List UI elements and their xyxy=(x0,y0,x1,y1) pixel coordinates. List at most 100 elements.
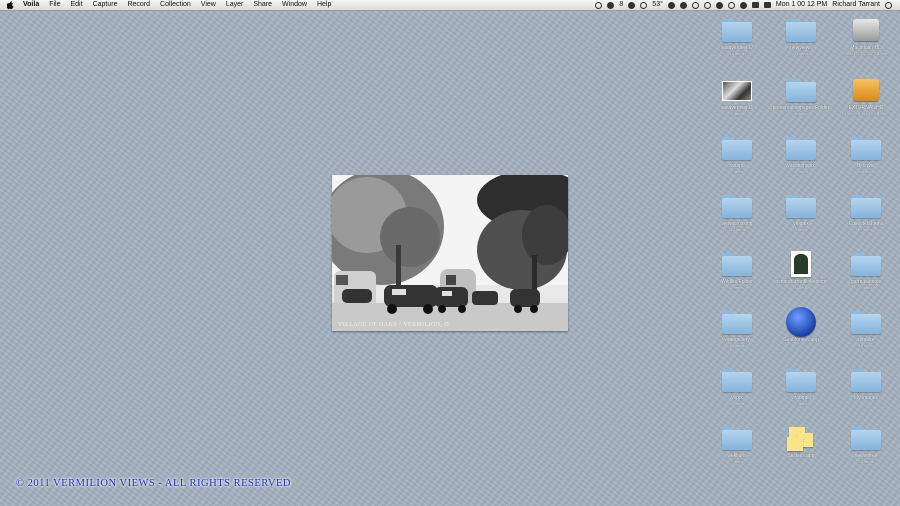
desktop-icon-info: 40 items xyxy=(729,343,745,348)
desktop-icon-info: 445 KB xyxy=(794,285,808,290)
seamonkey-app-icon xyxy=(785,307,817,337)
folder-icon xyxy=(721,135,753,161)
clipboard-status-icon[interactable] xyxy=(628,1,636,9)
desktop-icon-viewscrossing[interactable]: viewscrossing 274 items xyxy=(705,193,769,232)
time-machine-icon[interactable] xyxy=(691,1,699,9)
desktop-icon-vaaspix[interactable]: vaaspix 7 items xyxy=(705,135,769,174)
desktop-icon-wekljons[interactable]: wekljons 7 items xyxy=(705,425,769,464)
folder-icon xyxy=(850,193,882,219)
menu-help[interactable]: Help xyxy=(317,0,331,10)
gear-status-icon[interactable] xyxy=(595,1,603,9)
desktop-icon-newstoreit[interactable]: newstoreit 52 items xyxy=(834,425,898,464)
desktop-icon-stickies-app[interactable]: Stickies.app xyxy=(769,425,833,459)
desktop-icon-seamonkey-app[interactable]: SeaMonkey.app xyxy=(769,307,833,343)
image-thumbnail-icon xyxy=(721,77,753,103)
menu-bar: Voila File Edit Capture Record Collectio… xyxy=(0,0,900,11)
desktop-icon-vaadvertiser16[interactable]: vaadvertiser16 2 items xyxy=(705,77,769,116)
menu-share[interactable]: Share xyxy=(253,0,272,10)
dropbox-status-icon[interactable] xyxy=(679,1,687,9)
folder-icon xyxy=(850,309,882,335)
menu-layer[interactable]: Layer xyxy=(226,0,244,10)
desktop-icon-info: 7 items xyxy=(730,285,744,290)
desktop-icon-info: 8 items xyxy=(794,227,808,232)
desktop-icon-vaadvertiser17[interactable]: vaadvertiser17 14 items xyxy=(705,17,769,56)
document-icon xyxy=(785,251,817,277)
desktop-icon-info: 18 items xyxy=(858,343,874,348)
sync-status-icon[interactable] xyxy=(640,1,648,9)
menu-file[interactable]: File xyxy=(49,0,60,10)
desktop-icon-info: 3 items xyxy=(859,285,873,290)
folder-icon xyxy=(850,251,882,277)
folder-icon xyxy=(785,17,817,43)
desktop-icon-label: SeaMonkey.app xyxy=(783,337,819,343)
folder-icon xyxy=(785,367,817,393)
desktop-icon-bitcover[interactable]: Bitcover 105 items xyxy=(834,135,898,174)
external-drive-icon xyxy=(850,77,882,103)
desktop-icon-info: 2 items xyxy=(730,111,744,116)
menu-app-voila[interactable]: Voila xyxy=(23,0,39,10)
folder-icon xyxy=(721,251,753,277)
apple-menu-icon[interactable] xyxy=(7,1,15,9)
copyright-watermark: © 2011 VERMILION VIEWS - ALL RIGHTS RESE… xyxy=(16,478,292,489)
menu-capture[interactable]: Capture xyxy=(93,0,118,10)
menu-view[interactable]: View xyxy=(201,0,216,10)
desktop-icon-info: 7 items xyxy=(730,169,744,174)
desktop-icon-wildlife-folder[interactable]: Wildlife Folder 7 items xyxy=(705,251,769,290)
skype-status-icon[interactable] xyxy=(703,1,711,9)
photo-caption: VILLAGE OF OAKS • VERMILION, O xyxy=(338,322,449,328)
desktop-icon-preservationpages-folder[interactable]: preservationpages Folder 6 items xyxy=(769,77,833,116)
desktop-icon-label: Stickies.app xyxy=(787,453,815,459)
folder-icon xyxy=(785,77,817,103)
gmail-status-icon[interactable] xyxy=(607,1,615,9)
spotlight-search-icon[interactable] xyxy=(885,1,892,9)
vintage-street-photo xyxy=(332,175,568,331)
menu-edit[interactable]: Edit xyxy=(71,0,83,10)
desktop-icon-vacationspix[interactable]: vacationspix 32 items xyxy=(769,135,833,174)
folder-icon xyxy=(721,193,753,219)
menu-window[interactable]: Window xyxy=(282,0,307,10)
volume-icon[interactable] xyxy=(739,1,747,9)
menu-collection[interactable]: Collection xyxy=(160,0,191,10)
desktop-icon-info: 0 items xyxy=(859,227,873,232)
desktop-icon-macintosh-hd[interactable]: Macintosh HD 999.00 GB, 157 GB free xyxy=(834,17,898,56)
weather-temperature[interactable]: 53° xyxy=(652,0,663,10)
desktop-icon-vvpix[interactable]: vvpix 20 items xyxy=(705,367,769,406)
desktop-icon-vvadquilt[interactable]: vvadquilt 7 items xyxy=(769,367,833,406)
display-icon[interactable] xyxy=(751,2,759,8)
user-name[interactable]: Richard Tarrant xyxy=(832,0,880,10)
folder-icon xyxy=(721,17,753,43)
hard-drive-icon xyxy=(850,17,882,43)
desktop-icon-nifpalix[interactable]: nifpalix 18 items xyxy=(834,309,898,348)
folder-icon xyxy=(850,135,882,161)
desktop-icon-info: 7 items xyxy=(730,459,744,464)
desktop-icon-collected-items[interactable]: Collected Items 0 items xyxy=(834,193,898,232)
desktop-photo[interactable]: VILLAGE OF OAKS • VERMILION, O xyxy=(332,175,568,331)
desktop-icon-info: 7 items xyxy=(794,401,808,406)
folder-icon xyxy=(721,367,753,393)
battery-icon[interactable] xyxy=(763,2,771,8)
portrait-silhouette-icon xyxy=(794,254,808,274)
wifi-icon[interactable] xyxy=(727,1,735,9)
bluetooth-icon[interactable] xyxy=(715,1,723,9)
paw-status-icon[interactable] xyxy=(667,1,675,9)
desktop-icon-garmaalnotes[interactable]: garmaalnotes 3 items xyxy=(834,251,898,290)
desktop-icon-info: 32 items xyxy=(793,169,809,174)
desktop-icon-newviews[interactable]: newviews 24 items xyxy=(769,17,833,56)
folder-icon xyxy=(785,135,817,161)
desktop-icon-info: 999.00 GB, 157 GB free xyxy=(844,51,888,56)
status-menus: 8 53° Mon 1 00 12 PM Richard Tarrant xyxy=(595,0,900,10)
menu-clock[interactable]: Mon 1 00 12 PM xyxy=(776,0,827,10)
desktop-icon-external-hd[interactable]: EXTERNAL HD 1000 GB, 64.43 GB free xyxy=(834,77,898,116)
desktop-icon-my-images[interactable]: My images xyxy=(834,367,898,401)
sticky-note-icon xyxy=(787,437,803,451)
menu-record[interactable]: Record xyxy=(127,0,150,10)
desktop-icon-vingpix[interactable]: vingpix 8 items xyxy=(769,193,833,232)
desktop-icon-info: 20 items xyxy=(729,401,745,406)
notification-count[interactable]: 8 xyxy=(619,0,623,10)
desktop-icon-info: 6 items xyxy=(794,111,808,116)
desktop-icon-info: 105 items xyxy=(857,169,875,174)
desktop-icon-info: 52 items xyxy=(858,459,874,464)
desktop-icon-vanegallery[interactable]: vanegallery 40 items xyxy=(705,309,769,348)
folder-icon xyxy=(850,425,882,451)
desktop-icon-richardtarrantlinkedingr[interactable]: richardtarrantlinkedingr 445 KB xyxy=(769,251,833,290)
